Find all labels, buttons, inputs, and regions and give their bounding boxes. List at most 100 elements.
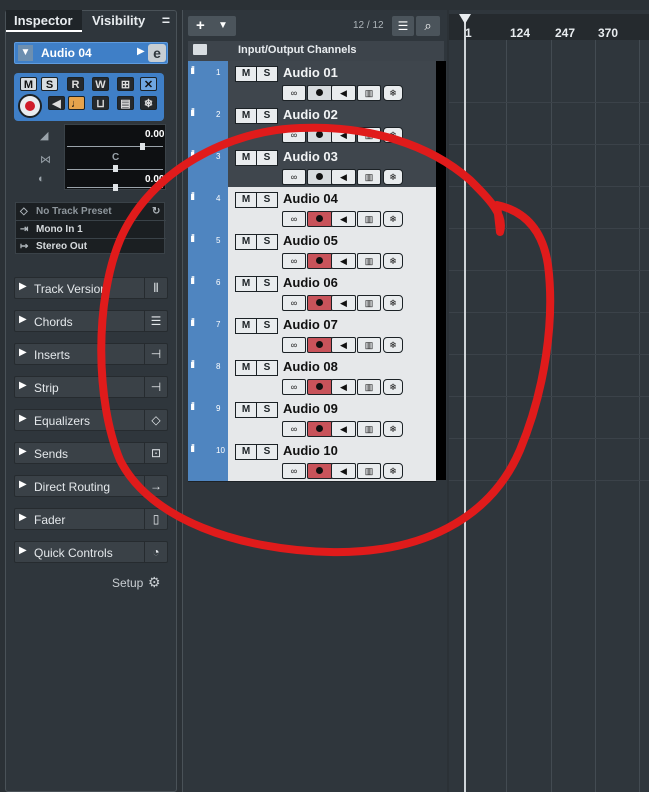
track-row[interactable]: ılıl 4 M S Audio 04 ∞ ◀ ▥ ❄ <box>188 187 436 230</box>
solo-button[interactable]: S <box>41 77 58 91</box>
solo-button[interactable]: S <box>256 318 278 334</box>
section-strip[interactable]: ▶ Strip ⊣ <box>14 376 168 398</box>
section-equalizers[interactable]: ▶ Equalizers ◇ <box>14 409 168 431</box>
record-enable-button[interactable] <box>307 127 333 143</box>
edit-channel-icon[interactable]: ⊞ <box>117 77 134 91</box>
track-row[interactable]: ılıl 2 M S Audio 02 ∞ ◀ ▥ ❄ <box>188 103 436 146</box>
inspector-track-header[interactable]: ▼ Audio 04 ▶ e <box>14 42 168 64</box>
mute-button[interactable]: M <box>235 192 257 208</box>
sliders-icon[interactable]: ☰ <box>144 311 167 331</box>
track-name[interactable]: Audio 03 <box>283 149 338 164</box>
freeze-icon[interactable]: ❄ <box>383 169 403 185</box>
track-color-stripe[interactable]: ılıl 5 <box>188 229 228 271</box>
lanes-icon[interactable]: ▥ <box>357 211 381 227</box>
expand-triangle-icon[interactable]: ▶ <box>19 347 27 358</box>
expand-triangle-icon[interactable]: ▶ <box>19 545 27 556</box>
link-icon[interactable]: ∞ <box>282 421 306 437</box>
insert-icon[interactable]: ⊣ <box>144 344 167 364</box>
expand-triangle-icon[interactable]: ▶ <box>19 446 27 457</box>
list-view-icon[interactable]: ☰ <box>392 16 414 36</box>
output-routing-row[interactable]: ↦ Stereo Out <box>16 238 166 255</box>
volume-value[interactable]: 0.00 <box>145 129 164 140</box>
link-icon[interactable]: ∞ <box>282 85 306 101</box>
track-color-stripe[interactable]: ılıl 8 <box>188 355 228 397</box>
track-preset-row[interactable]: ◇ No Track Preset ↻ <box>16 203 166 221</box>
tab-inspector[interactable]: Inspector <box>6 10 82 32</box>
link-icon[interactable]: ∞ <box>282 253 306 269</box>
lanes-icon[interactable]: ▤ <box>117 96 134 110</box>
add-track-button[interactable]: + ▼ <box>188 16 236 36</box>
track-header[interactable]: M S Audio 07 ∞ ◀ ▥ ❄ <box>228 313 436 355</box>
mute-button[interactable]: M <box>235 66 257 82</box>
tab-visibility[interactable]: Visibility <box>84 10 154 32</box>
link-icon[interactable]: ∞ <box>282 463 306 479</box>
track-header[interactable]: M S Audio 05 ∞ ◀ ▥ ❄ <box>228 229 436 271</box>
knob-icon[interactable]: ◔ <box>144 542 167 562</box>
section-track-version[interactable]: ▶ Track Version ⫴ <box>14 277 168 299</box>
lanes-icon[interactable]: ▥ <box>357 85 381 101</box>
record-enable-button[interactable] <box>307 337 333 353</box>
track-header[interactable]: M S Audio 04 ∞ ◀ ▥ ❄ <box>228 187 436 229</box>
track-row[interactable]: ılıl 9 M S Audio 09 ∞ ◀ ▥ ❄ <box>188 397 436 440</box>
expand-triangle-icon[interactable]: ▶ <box>19 380 27 391</box>
expand-triangle-icon[interactable]: ▶ <box>19 479 27 490</box>
link-icon[interactable]: ∞ <box>282 169 306 185</box>
eq-icon[interactable]: ◇ <box>144 410 167 430</box>
record-enable-button[interactable] <box>307 295 333 311</box>
expand-triangle-icon[interactable]: ▶ <box>19 281 27 292</box>
track-name[interactable]: Audio 10 <box>283 443 338 458</box>
link-icon[interactable]: ∞ <box>282 295 306 311</box>
volume-slider-track[interactable] <box>67 146 163 147</box>
write-automation-button[interactable]: W <box>92 77 109 91</box>
freeze-icon[interactable]: ❄ <box>383 463 403 479</box>
expand-arrow-icon[interactable]: ▶ <box>137 46 145 57</box>
delay-slider-handle[interactable] <box>113 184 118 191</box>
playhead-marker[interactable] <box>459 14 471 24</box>
track-color-stripe[interactable]: ılıl 2 <box>188 103 228 145</box>
setup-label[interactable]: Setup <box>112 576 143 590</box>
monitor-icon[interactable]: ◀ <box>48 96 65 110</box>
track-row[interactable]: ılıl 8 M S Audio 08 ∞ ◀ ▥ ❄ <box>188 355 436 398</box>
track-color-stripe[interactable]: ılıl 6 <box>188 271 228 313</box>
link-icon[interactable]: ∞ <box>282 379 306 395</box>
lanes-icon[interactable]: ▥ <box>357 379 381 395</box>
solo-button[interactable]: S <box>256 108 278 124</box>
solo-button[interactable]: S <box>256 402 278 418</box>
link-icon[interactable]: ∞ <box>282 337 306 353</box>
delay-value[interactable]: 0.00 <box>145 174 164 185</box>
lanes-icon[interactable]: ▥ <box>357 169 381 185</box>
solo-button[interactable]: S <box>256 66 278 82</box>
record-enable-button[interactable] <box>307 85 333 101</box>
lanes-icon[interactable]: ▥ <box>357 463 381 479</box>
freeze-icon[interactable]: ❄ <box>383 295 403 311</box>
menu-icon[interactable]: = <box>158 12 174 30</box>
link-icon[interactable]: ∞ <box>282 127 306 143</box>
freeze-icon[interactable]: ❄ <box>383 337 403 353</box>
track-color-stripe[interactable]: ılıl 10 <box>188 439 228 481</box>
track-row[interactable]: ılıl 5 M S Audio 05 ∞ ◀ ▥ ❄ <box>188 229 436 272</box>
section-inserts[interactable]: ▶ Inserts ⊣ <box>14 343 168 365</box>
expand-triangle-icon[interactable]: ▶ <box>19 314 27 325</box>
track-name[interactable]: Audio 09 <box>283 401 338 416</box>
lanes-icon[interactable]: ▥ <box>357 421 381 437</box>
edit-instrument-icon[interactable]: e <box>148 44 166 62</box>
track-header[interactable]: M S Audio 09 ∞ ◀ ▥ ❄ <box>228 397 436 439</box>
mute-button[interactable]: M <box>20 77 37 91</box>
lanes-icon[interactable]: ▥ <box>357 295 381 311</box>
insert-icon[interactable]: ⊣ <box>144 377 167 397</box>
pan-slider-handle[interactable] <box>113 165 118 172</box>
track-header[interactable]: M S Audio 08 ∞ ◀ ▥ ❄ <box>228 355 436 397</box>
monitor-speaker-icon[interactable]: ◀ <box>331 295 356 311</box>
track-name[interactable]: Audio 01 <box>283 65 338 80</box>
monitor-speaker-icon[interactable]: ◀ <box>331 337 356 353</box>
solo-button[interactable]: S <box>256 150 278 166</box>
track-row[interactable]: ılıl 6 M S Audio 06 ∞ ◀ ▥ ❄ <box>188 271 436 314</box>
track-header[interactable]: M S Audio 01 ∞ ◀ ▥ ❄ <box>228 61 436 103</box>
record-enable-button[interactable] <box>307 463 333 479</box>
lock-icon[interactable]: ⊔ <box>92 96 109 110</box>
reset-icon[interactable]: ↻ <box>152 203 160 220</box>
track-name[interactable]: Audio 06 <box>283 275 338 290</box>
read-automation-button[interactable]: R <box>67 77 84 91</box>
sends-icon[interactable]: ⊡ <box>144 443 167 463</box>
fader-icon[interactable]: ▯ <box>144 509 167 529</box>
